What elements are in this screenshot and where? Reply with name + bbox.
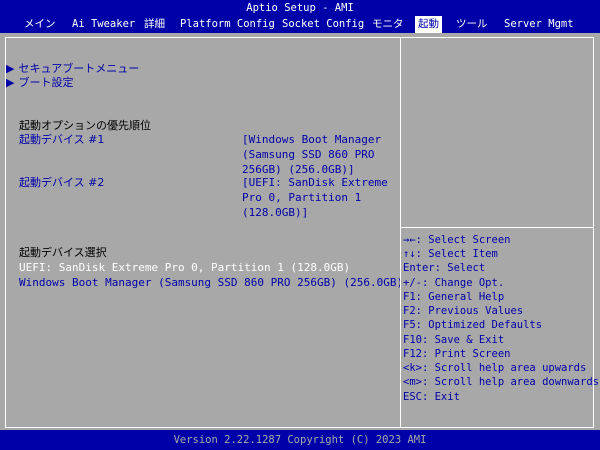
arrow-right-icon: ▶ [6,62,15,75]
boot-select-heading: 起動デバイス選択 [19,246,107,259]
window-title: Aptio Setup - AMI [0,0,600,16]
help-key-line: F12: Print Screen [403,348,511,360]
submenu-label: ブート設定 [18,76,74,89]
boot-device-1-value-line[interactable]: [Windows Boot Manager [242,133,381,147]
boot-device-2-label[interactable]: 起動デバイス #2 [19,176,104,190]
help-key-line: ESC: Exit [403,391,460,403]
submenu-secure-boot[interactable]: ▶ セキュアブートメニュー [6,62,139,76]
help-key-line: F2: Previous Values [403,305,524,317]
tab-advanced[interactable]: 詳細 [144,16,165,33]
help-key-line: +/-: Change Opt. [403,277,505,289]
tab-socket-config[interactable]: Socket Config [282,16,364,33]
help-key-line: <k>: Scroll help area upwards [403,362,587,374]
boot-device-1-value-line[interactable]: 256GB) (256.0GB)] [242,163,355,177]
help-key-line: <m>: Scroll help area downwards [403,376,599,388]
boot-device-2-value-line[interactable]: (128.0GB)] [242,206,308,220]
boot-select-item-windows[interactable]: Windows Boot Manager (Samsung SSD 860 PR… [19,276,403,290]
tab-bar: メイン Ai Tweaker 詳細 Platform Config Socket… [0,16,600,33]
help-key-line: Enter: Select [403,262,486,274]
tab-boot[interactable]: 起動 [415,16,442,33]
tab-main[interactable]: メイン [24,16,56,33]
submenu-label: セキュアブートメニュー [18,62,140,75]
boot-device-2-value-line[interactable]: Pro 0, Partition 1 [242,191,361,205]
help-divider [401,227,593,228]
tab-monitor[interactable]: モニタ [372,16,404,33]
help-panel: →←: Select Screen ↑↓: Select Item Enter:… [400,37,599,428]
arrow-right-icon: ▶ [6,76,15,89]
tab-tool[interactable]: ツール [456,16,488,33]
help-key-line: →←: Select Screen [403,234,511,246]
help-key-line: F5: Optimized Defaults [403,319,543,331]
footer-version: Version 2.22.1287 Copyright (C) 2023 AMI [0,430,600,450]
boot-device-1-value-line[interactable]: (Samsung SSD 860 PRO [242,148,374,162]
boot-device-2-value-line[interactable]: [UEFI: SanDisk Extreme [242,176,388,190]
boot-priority-heading: 起動オプションの優先順位 [19,119,151,132]
submenu-boot-config[interactable]: ▶ ブート設定 [6,76,73,90]
tab-platform-config[interactable]: Platform Config [180,16,275,33]
help-key-line: F10: Save & Exit [403,334,505,346]
help-key-line: F1: General Help [403,291,505,303]
tab-server-mgmt[interactable]: Server Mgmt [504,16,574,33]
boot-device-1-label[interactable]: 起動デバイス #1 [19,133,104,147]
help-key-line: ↑↓: Select Item [403,248,498,260]
tab-ai-tweaker[interactable]: Ai Tweaker [72,16,135,33]
main-panel: ▶ セキュアブートメニュー ▶ ブート設定 起動オプションの優先順位 起動デバイス … [5,37,403,428]
boot-select-item-sandisk[interactable]: UEFI: SanDisk Extreme Pro 0, Partition 1… [19,261,350,275]
